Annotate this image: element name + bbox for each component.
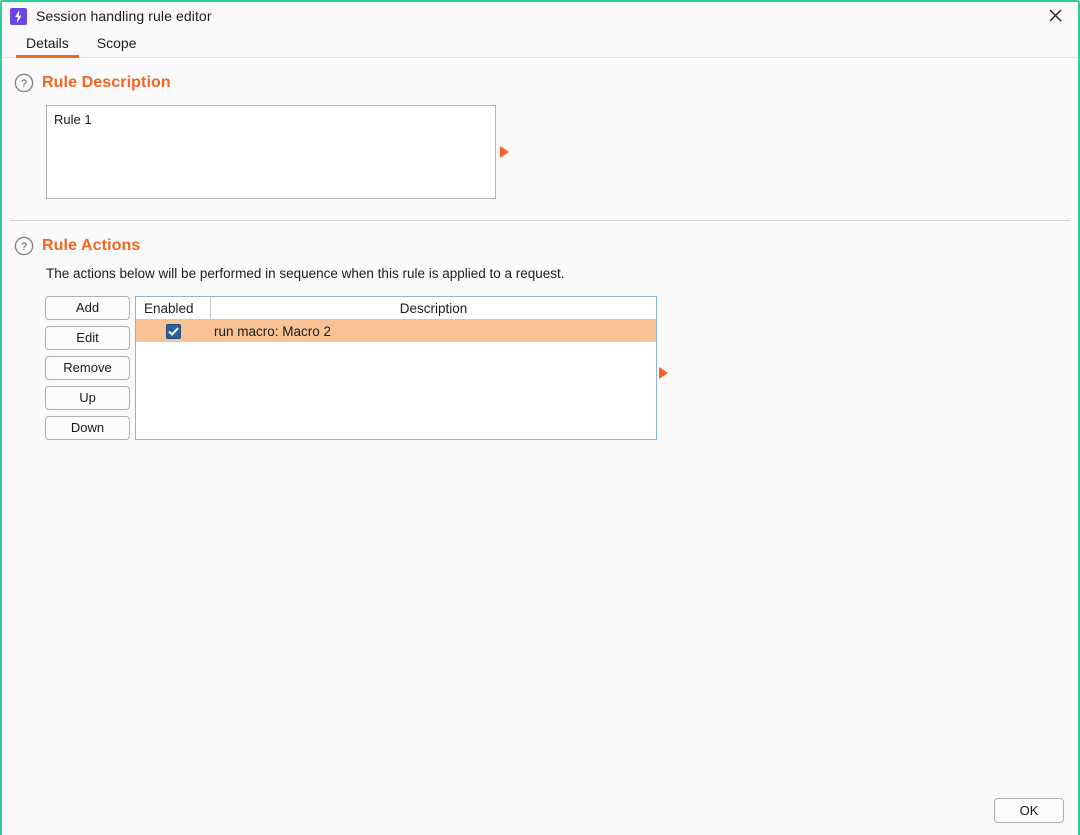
down-button[interactable]: Down <box>45 416 130 440</box>
up-button[interactable]: Up <box>45 386 130 410</box>
dialog-footer: OK <box>2 795 1078 825</box>
title-bar: Session handling rule editor <box>2 2 1078 30</box>
svg-text:?: ? <box>21 78 27 90</box>
close-icon[interactable] <box>1032 2 1078 29</box>
tab-scope-label: Scope <box>96 35 137 51</box>
actions-table: Enabled Description run macro: Macro 2 <box>135 296 657 440</box>
rule-description-title: Rule Description <box>42 74 171 91</box>
column-header-description[interactable]: Description <box>211 297 656 319</box>
enabled-checkbox[interactable] <box>166 323 181 339</box>
rule-actions-header: ? Rule Actions <box>2 235 1078 257</box>
tab-details[interactable]: Details <box>12 33 83 58</box>
question-circle-icon[interactable]: ? <box>13 235 35 257</box>
svg-text:?: ? <box>21 241 27 253</box>
tab-scope[interactable]: Scope <box>83 33 151 57</box>
table-row[interactable]: run macro: Macro 2 <box>136 320 656 342</box>
right-triangle-marker-icon <box>659 367 668 379</box>
rule-description-field-wrap <box>46 105 509 202</box>
ok-button[interactable]: OK <box>994 797 1064 823</box>
window-title: Session handling rule editor <box>36 8 212 24</box>
actions-table-body: run macro: Macro 2 <box>136 320 656 439</box>
actions-table-header: Enabled Description <box>136 297 656 320</box>
rule-actions-panel: Add Edit Remove Up Down Enabled Descript… <box>45 296 1078 440</box>
remove-button[interactable]: Remove <box>45 356 130 380</box>
rule-actions-title: Rule Actions <box>42 237 141 254</box>
right-triangle-marker-icon <box>500 146 509 158</box>
session-handling-rule-editor-window: Session handling rule editor Details Sco… <box>0 0 1080 835</box>
question-circle-icon[interactable]: ? <box>13 72 35 94</box>
lightning-bolt-icon <box>10 7 27 25</box>
row-enabled-cell <box>136 323 211 339</box>
tab-details-label: Details <box>26 35 69 51</box>
rule-actions-subtitle: The actions below will be performed in s… <box>46 266 565 281</box>
edit-button[interactable]: Edit <box>45 326 130 350</box>
action-buttons-column: Add Edit Remove Up Down <box>45 296 130 440</box>
column-header-enabled[interactable]: Enabled <box>136 297 211 319</box>
add-button[interactable]: Add <box>45 296 130 320</box>
dialog-content: ? Rule Description ? Rule Actions The ac… <box>2 72 1078 440</box>
tab-bar: Details Scope <box>2 30 1078 58</box>
rule-description-input[interactable] <box>46 105 496 199</box>
rule-description-header: ? Rule Description <box>2 72 1078 94</box>
section-divider <box>10 220 1070 221</box>
row-description-cell: run macro: Macro 2 <box>214 323 332 339</box>
